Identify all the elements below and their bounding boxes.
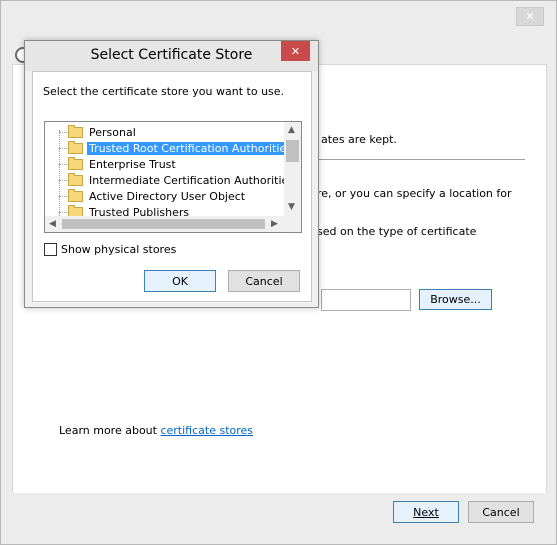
certificate-store-tree[interactable]: Personal Trusted Root Certification Auth…	[44, 121, 302, 233]
learn-more-text: Learn more about certificate stores	[59, 424, 253, 437]
wizard-text-line-3: sed on the type of certificate	[317, 225, 477, 238]
show-physical-stores-label: Show physical stores	[61, 243, 177, 256]
tree-item-label: Enterprise Trust	[89, 157, 176, 171]
tree-item-trusted-root[interactable]: Trusted Root Certification Authorities	[59, 140, 294, 156]
dialog-client-area: Select the certificate store you want to…	[32, 71, 312, 302]
tree-item-label: Trusted Root Certification Authorities	[87, 141, 294, 155]
dialog-title: Select Certificate Store	[90, 47, 253, 63]
wizard-text-line-2: re, or you can specify a location for	[317, 187, 512, 200]
folder-icon	[68, 172, 83, 186]
dialog-titlebar: Select Certificate Store ✕	[25, 41, 318, 71]
horizontal-scroll-thumb[interactable]	[62, 219, 265, 229]
ok-button[interactable]: OK	[144, 270, 216, 292]
select-certificate-store-dialog: Select Certificate Store ✕ Select the ce…	[24, 40, 319, 308]
divider	[319, 159, 525, 160]
certificate-stores-link[interactable]: certificate stores	[160, 424, 253, 437]
scroll-right-icon[interactable]: ▶	[271, 219, 278, 229]
close-icon: ✕	[290, 44, 301, 58]
tree-item-label: Intermediate Certification Authorities	[89, 173, 295, 187]
scrollbar-corner	[284, 216, 301, 232]
tree-item-intermediate[interactable]: Intermediate Certification Authorities	[59, 172, 296, 188]
folder-icon	[68, 140, 83, 154]
vertical-scroll-thumb[interactable]	[286, 140, 299, 162]
scroll-down-icon[interactable]: ▼	[288, 202, 295, 212]
tree-item-label: Personal	[89, 125, 136, 139]
close-icon: ✕	[525, 10, 535, 23]
store-path-input[interactable]	[321, 289, 411, 311]
tree-item-enterprise-trust[interactable]: Enterprise Trust	[59, 156, 178, 172]
next-button-label: Next	[413, 505, 439, 519]
scroll-left-icon[interactable]: ◀	[49, 219, 56, 229]
show-physical-stores-checkbox[interactable]	[44, 243, 57, 256]
dialog-cancel-button[interactable]: Cancel	[228, 270, 300, 292]
horizontal-scrollbar[interactable]: ◀ ▶	[45, 216, 284, 232]
next-button[interactable]: Next	[393, 501, 459, 523]
tree-item-label: Active Directory User Object	[89, 189, 246, 203]
show-physical-stores-row[interactable]: Show physical stores	[44, 243, 176, 256]
wizard-text-line-1: ates are kept.	[321, 133, 397, 146]
wizard-cancel-button[interactable]: Cancel	[468, 501, 534, 523]
folder-icon	[68, 188, 83, 202]
folder-icon	[68, 156, 83, 170]
folder-icon	[68, 124, 83, 138]
wizard-close-button[interactable]: ✕	[516, 7, 544, 26]
tree-item-active-directory[interactable]: Active Directory User Object	[59, 188, 247, 204]
vertical-scrollbar[interactable]: ▲ ▼	[284, 122, 301, 216]
tree-item-personal[interactable]: Personal	[59, 124, 138, 140]
browse-button[interactable]: Browse...	[419, 289, 492, 310]
scroll-up-icon[interactable]: ▲	[288, 125, 295, 135]
dialog-instruction: Select the certificate store you want to…	[43, 85, 285, 98]
learn-more-prefix: Learn more about	[59, 424, 161, 437]
dialog-close-button[interactable]: ✕	[281, 41, 310, 61]
